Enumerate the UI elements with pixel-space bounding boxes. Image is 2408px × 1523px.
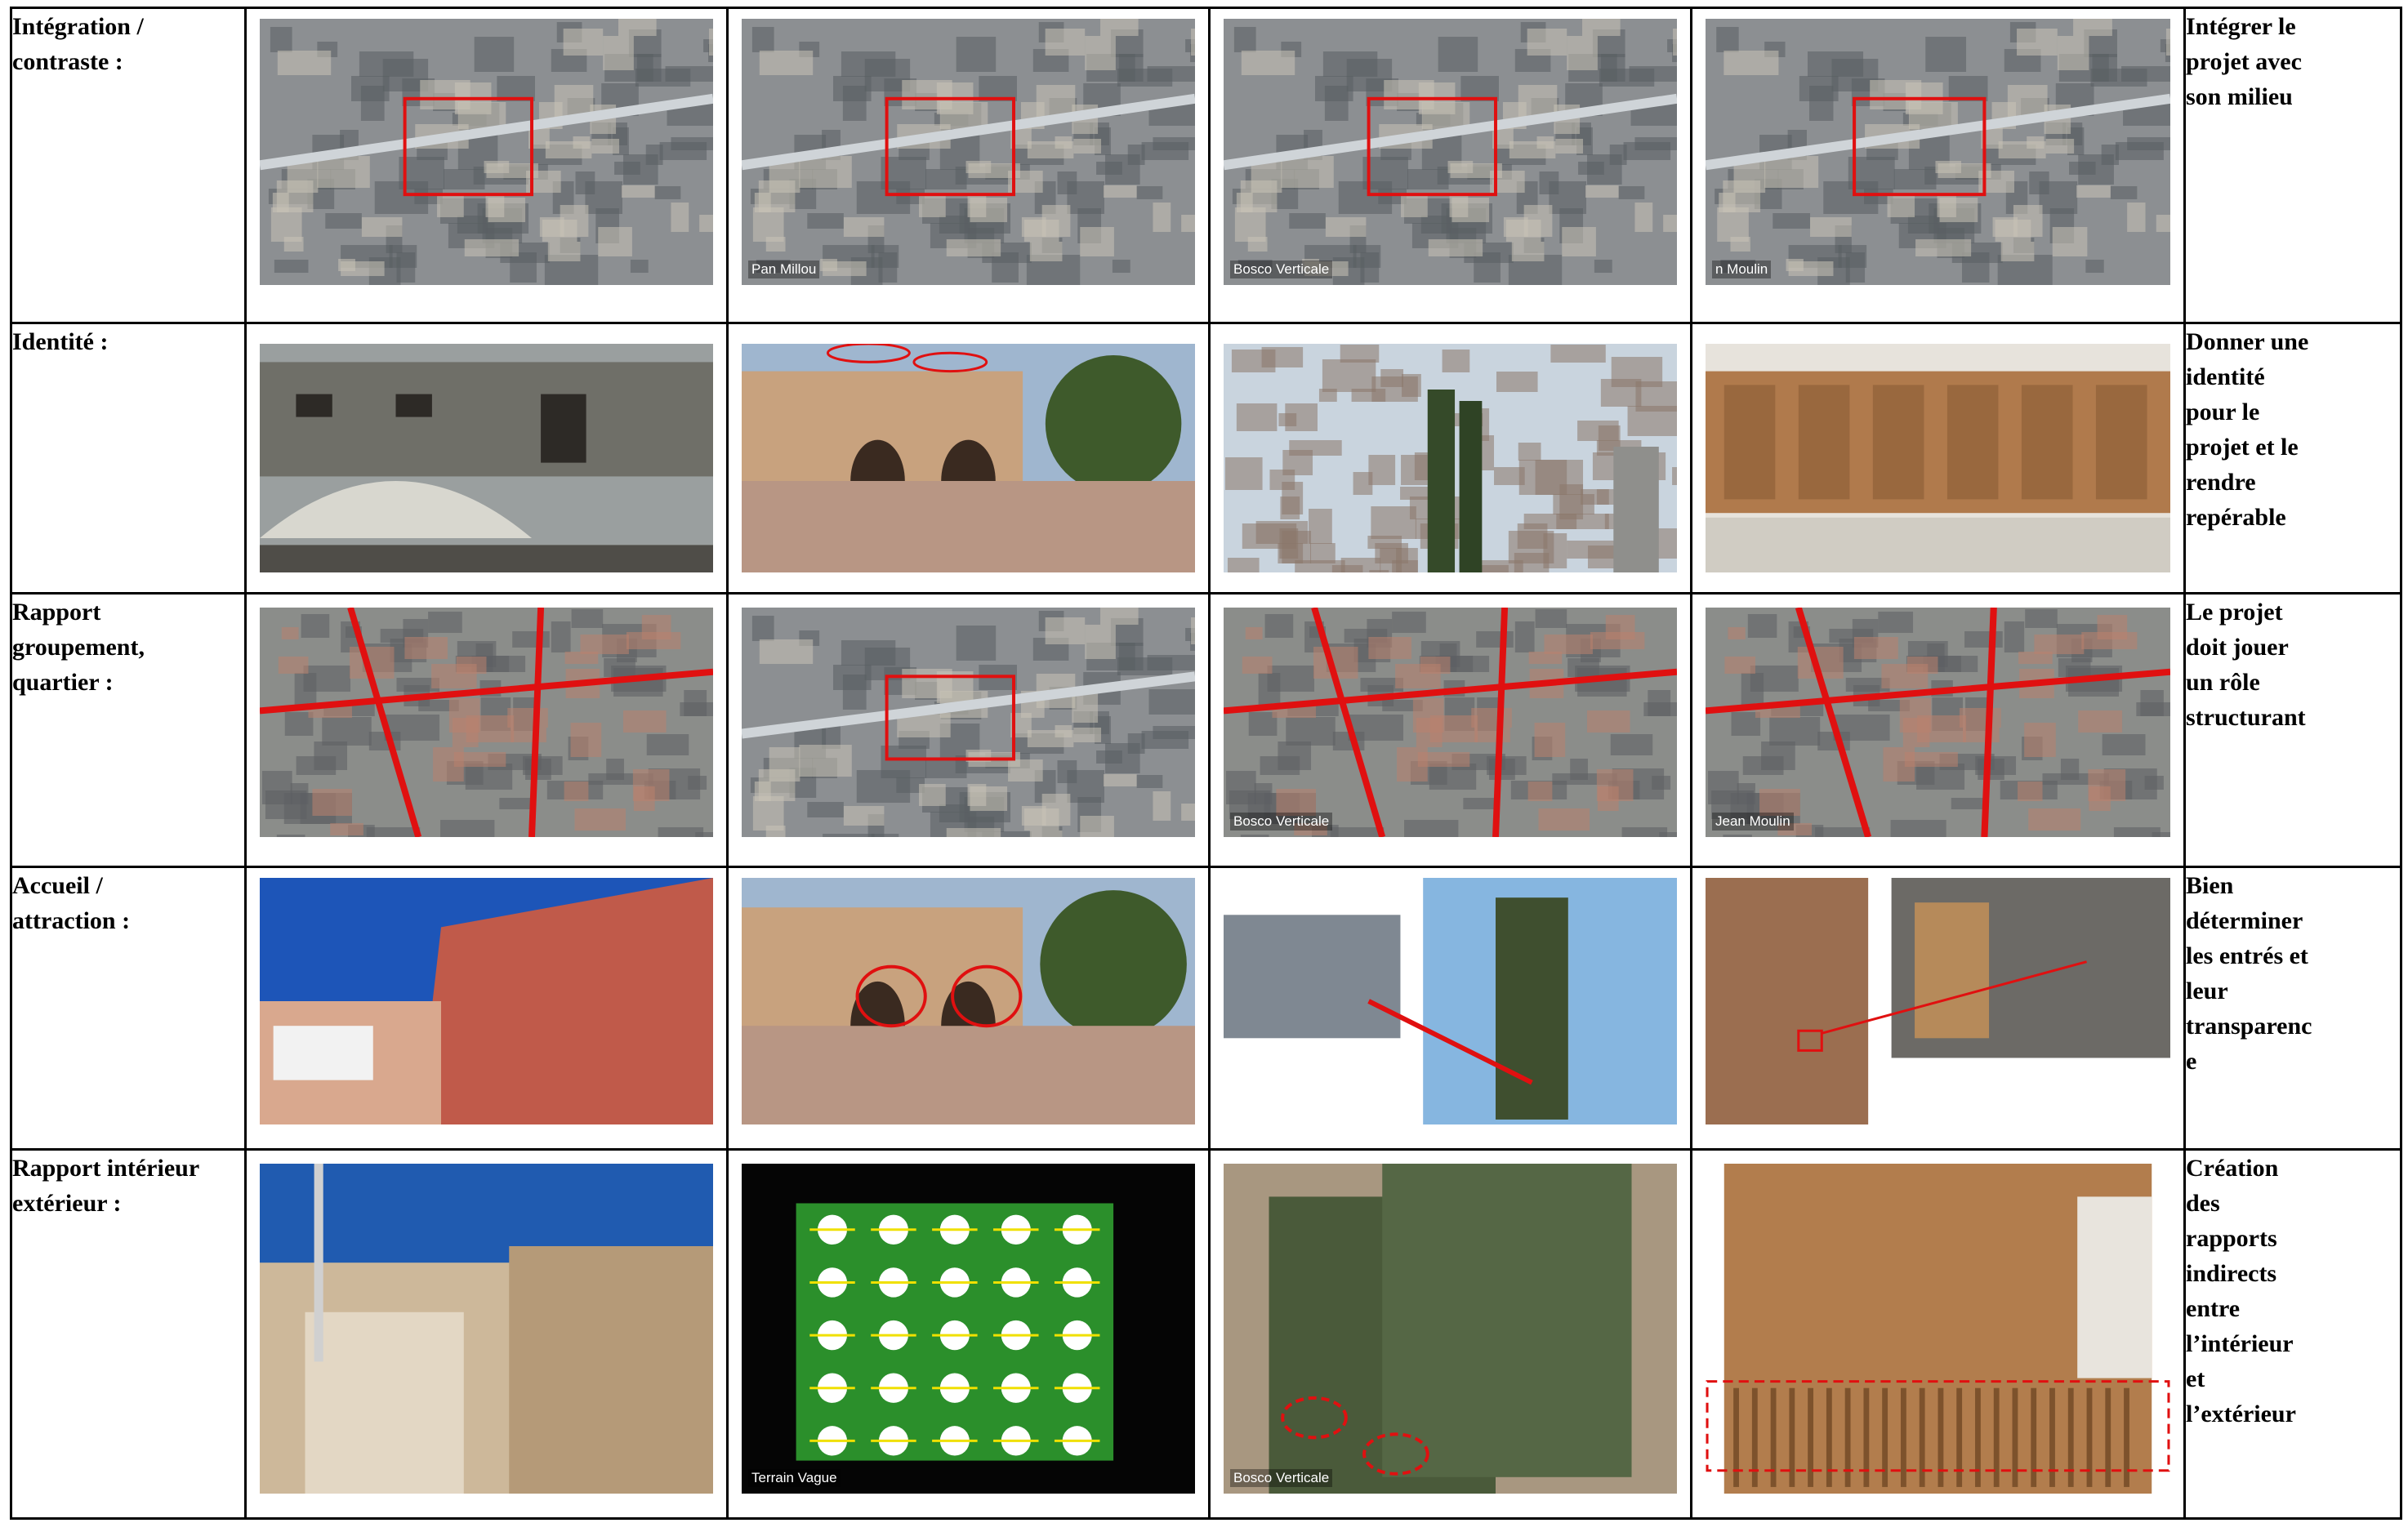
- aerial-map-street-lines: [260, 608, 713, 837]
- image-caption: Pan Millou: [748, 261, 820, 278]
- aerial-map-marked-block: [742, 19, 1195, 285]
- comparison-table: Intégration / contraste : Pan Millou Bos…: [10, 7, 2402, 1520]
- table-row: Identité : Donner une identité pour le p: [10, 322, 2402, 595]
- design-principle: Création des rapports indirects entre l’…: [2183, 1148, 2402, 1520]
- image-cell: [726, 866, 1211, 1151]
- table-row: Accueil / attraction : Bien déterminer l…: [10, 866, 2402, 1151]
- facade-photo-circled-windows: [742, 344, 1195, 572]
- design-principle: Bien déterminer les entrés et leur trans…: [2183, 866, 2402, 1151]
- image-caption: Bosco Verticale: [1230, 261, 1333, 278]
- lobby-and-tower-photos-arrow: [1224, 878, 1677, 1124]
- site-plan-drawing: [742, 1164, 1195, 1494]
- image-cell: Jean Moulin: [1690, 592, 2186, 868]
- image-cell: Terrain Vague: [726, 1148, 1211, 1520]
- image-cell: Bosco Verticale: [1208, 592, 1692, 868]
- table-row: Rapport intérieur extérieur : Terrain Va…: [10, 1148, 2402, 1520]
- aerial-map-marked-block: [260, 19, 713, 285]
- image-cell: [244, 322, 729, 595]
- courtyard-houses-photo: [260, 1164, 713, 1494]
- image-cell: Pan Millou: [726, 7, 1211, 324]
- image-cell: n Moulin: [1690, 7, 2186, 324]
- design-principle: Le projet doit jouer un rôle structurant: [2183, 592, 2402, 868]
- criterion-label: Accueil / attraction :: [10, 866, 247, 1151]
- aerial-map-marked-block: [1706, 19, 2170, 285]
- image-cell: Bosco Verticale: [1208, 7, 1692, 324]
- wooden-housing-facade-photo: [1706, 344, 2170, 572]
- image-cell: [1690, 866, 2186, 1151]
- aerial-map-marked-block: [742, 608, 1195, 837]
- image-cell: [1208, 866, 1692, 1151]
- image-cell: Bosco Verticale: [1208, 1148, 1692, 1520]
- ksar-street-photo: [260, 878, 713, 1124]
- criterion-label: Rapport groupement, quartier :: [10, 592, 247, 868]
- design-principle: Intégrer le projet avec son milieu: [2183, 7, 2402, 324]
- table-row: Rapport groupement, quartier : Bosco Ver…: [10, 592, 2402, 868]
- wooden-facade-photo-dashed-box: [1706, 1164, 2170, 1494]
- image-cell: [1690, 322, 2186, 595]
- image-cell: [726, 592, 1211, 868]
- image-cell: [244, 7, 729, 324]
- image-caption: Jean Moulin: [1712, 813, 1794, 831]
- image-cell: [244, 592, 729, 868]
- stone-house-photo: [260, 344, 713, 572]
- image-caption: Bosco Verticale: [1230, 813, 1333, 831]
- image-cell: [1690, 1148, 2186, 1520]
- image-cell: [244, 1148, 729, 1520]
- criterion-label: Intégration / contraste :: [10, 7, 247, 324]
- image-caption: Terrain Vague: [748, 1469, 841, 1487]
- criterion-label: Rapport intérieur extérieur :: [10, 1148, 247, 1520]
- city-skyline-photo: [1224, 344, 1677, 572]
- image-cell: [1208, 322, 1692, 595]
- tower-aerial-photo-circled: [1224, 1164, 1677, 1494]
- criterion-label: Identité :: [10, 322, 247, 595]
- image-cell: [244, 866, 729, 1151]
- image-cell: [726, 322, 1211, 595]
- table-row: Intégration / contraste : Pan Millou Bos…: [10, 7, 2402, 324]
- image-caption: n Moulin: [1712, 261, 1772, 278]
- design-principle: Donner une identité pour le projet et le…: [2183, 322, 2402, 595]
- aerial-map-street-lines: [1706, 608, 2170, 837]
- aerial-map-street-lines: [1224, 608, 1677, 837]
- entrance-and-door-photos-arrow: [1706, 878, 2170, 1124]
- aerial-map-marked-block: [1224, 19, 1677, 285]
- image-caption: Bosco Verticale: [1230, 1469, 1333, 1487]
- facade-photo-circled-entrances: [742, 878, 1195, 1124]
